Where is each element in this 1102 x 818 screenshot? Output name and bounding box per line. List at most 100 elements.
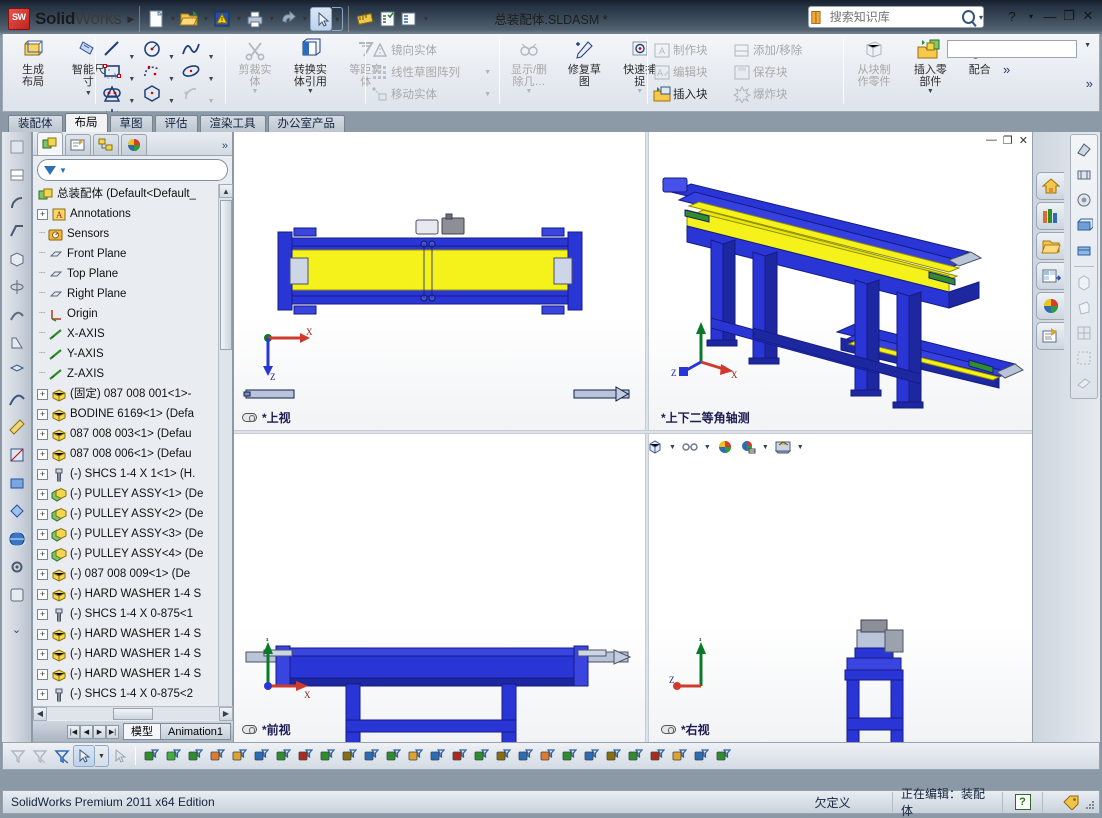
sketch-tool-icon[interactable] [5,163,29,187]
feature-tree[interactable]: 总装配体 (Default<Default_ + A Annotations ┈ Sen… [33,184,219,720]
standard-views-icon[interactable] [1072,271,1096,295]
filter-thread-icon[interactable] [712,745,734,767]
filter-note-icon[interactable] [602,745,624,767]
viewport-top-view[interactable]: X Z *上视 [234,132,645,430]
spline-icon[interactable] [178,39,204,61]
view-settings-dropdown-icon[interactable]: ▼ [762,444,769,451]
select-other-icon[interactable] [109,745,131,767]
ellipse-dropdown-icon[interactable]: ▼ [208,76,215,83]
tree-expand-icon[interactable]: + [37,608,48,620]
ribbon-expand-icon[interactable]: » [1086,76,1093,91]
tree-item-19[interactable]: + (-) HARD WASHER 1-4 S [33,584,219,604]
tree-item-4[interactable]: ┈ Right Plane [33,284,219,304]
extrude-icon[interactable] [5,247,29,271]
filter-plane-icon[interactable] [448,745,470,767]
viewport-front-view[interactable]: Y X *前视 [234,434,645,742]
viewport-right-view[interactable]: Y Z *右视 ▼ ▼ ▼ ▼ [649,434,1032,742]
feature-manager-tab[interactable] [37,132,63,155]
tree-item-10[interactable]: + BODINE 6169<1> (Defa [33,404,219,424]
search-dropdown-icon[interactable]: ▾ [979,13,983,22]
tree-item-6[interactable]: ┈ X-AXIS [33,324,219,344]
convert-dropdown-icon[interactable]: ▼ [284,88,336,95]
appearance-icon[interactable] [5,471,29,495]
globe-icon[interactable] [5,527,29,551]
design-library-tab[interactable] [1036,202,1064,230]
tree-filter-bar[interactable]: ▼ [37,159,228,181]
tree-expand-icon[interactable]: + [37,588,48,600]
filter-point-icon[interactable] [426,745,448,767]
tree-expand-icon[interactable]: + [37,548,48,560]
rectangle-icon[interactable] [99,61,125,83]
tree-expand-icon[interactable]: + [37,648,48,660]
trim-entities-button[interactable]: 剪裁实体 ▼ [229,36,281,95]
point-arc-dropdown-icon[interactable]: ▼ [168,76,175,83]
revolve-icon[interactable] [5,275,29,299]
tab-sketch[interactable]: 草图 [109,115,153,132]
tab-layout[interactable]: 布局 [64,113,108,132]
tree-scroll-up-button[interactable]: ▲ [219,184,233,198]
tab-assembly[interactable]: 装配体 [8,115,63,132]
tree-item-1[interactable]: ┈ Sensors [33,224,219,244]
status-help-icon[interactable]: ? [1003,792,1043,812]
tree-expand-icon[interactable]: + [37,448,48,460]
hidden-lines-icon[interactable] [1072,346,1096,370]
filter-faces-icon[interactable] [29,745,51,767]
ribbon-command-search[interactable] [947,40,1077,58]
point-arc-icon[interactable] [139,61,165,83]
maximize-button[interactable]: ❐ [1061,8,1077,24]
filter-cosmetic-icon[interactable] [382,745,404,767]
search-icon[interactable] [961,10,975,24]
circle-icon[interactable] [139,39,165,61]
measure-tool-icon[interactable] [5,415,29,439]
roll-view-icon[interactable] [1072,188,1096,212]
filter-axes-icon[interactable] [162,745,184,767]
tab-office-products[interactable]: 办公室产品 [267,115,345,132]
tree-expand-icon[interactable]: + [37,508,48,520]
zoom-in-out-icon[interactable] [1072,163,1096,187]
filter-block-icon[interactable] [360,745,382,767]
tree-item-0[interactable]: + A Annotations [33,204,219,224]
view-settings-icon[interactable] [739,438,757,456]
realview-dropdown-icon[interactable]: ▼ [797,444,804,451]
pan-icon[interactable] [1072,213,1096,237]
filter-midpoint-icon[interactable] [272,745,294,767]
tree-expand-icon[interactable]: + [37,428,48,440]
tree-hscroll-left-button[interactable]: ◀ [33,706,47,721]
tree-item-9[interactable]: + (固定) 087 008 001<1>- [33,384,219,404]
rectangle-dropdown-icon[interactable]: ▼ [128,76,135,83]
tree-item-23[interactable]: + (-) HARD WASHER 1-4 S [33,664,219,684]
tree-item-18[interactable]: + (-) 087 008 009<1> (De [33,564,219,584]
tree-item-8[interactable]: ┈ Z-AXIS [33,364,219,384]
curve-icon[interactable] [5,387,29,411]
select-dropdown-icon[interactable]: ▼ [95,745,109,767]
next-tab-button[interactable]: ▶ [93,724,106,739]
repair-sketch-button[interactable]: 修复草图 [558,36,610,88]
filter-icon[interactable] [5,135,29,159]
search-knowledge-base-box[interactable]: ▾ [808,6,984,28]
tree-item-5[interactable]: ┈ Origin [33,304,219,324]
line-icon[interactable] [99,39,125,61]
view-orientation-icon-tp[interactable] [1072,238,1096,262]
tree-expand-icon[interactable]: + [37,488,48,500]
chamfer-tool-icon[interactable] [5,219,29,243]
tree-expand-icon[interactable]: + [37,688,48,700]
tree-tabs-more-icon[interactable]: » [222,140,228,152]
filter-edges-icon[interactable] [51,745,73,767]
tree-expand-icon[interactable]: + [37,468,48,480]
tree-expand-icon[interactable]: + [37,208,48,220]
filter-dropdown-icon[interactable]: ▼ [59,166,67,175]
tree-item-22[interactable]: + (-) HARD WASHER 1-4 S [33,644,219,664]
filter-tolerance-icon[interactable] [668,745,690,767]
tree-expand-icon[interactable]: + [37,528,48,540]
sweep-icon[interactable] [5,303,29,327]
sw-resources-tab[interactable] [1036,172,1064,200]
appearances-tab[interactable] [1036,292,1064,320]
tree-item-15[interactable]: + (-) PULLEY ASSY<2> (De [33,504,219,524]
tree-expand-icon[interactable]: + [37,668,48,680]
tab-model[interactable]: 模型 [123,723,161,740]
prev-tab-button[interactable]: ◀ [80,724,93,739]
section-view-icon[interactable] [5,443,29,467]
save-block-button[interactable]: 保存块 [731,61,841,83]
reference-geometry-icon[interactable] [5,359,29,383]
tree-expand-icon[interactable]: + [37,388,48,400]
